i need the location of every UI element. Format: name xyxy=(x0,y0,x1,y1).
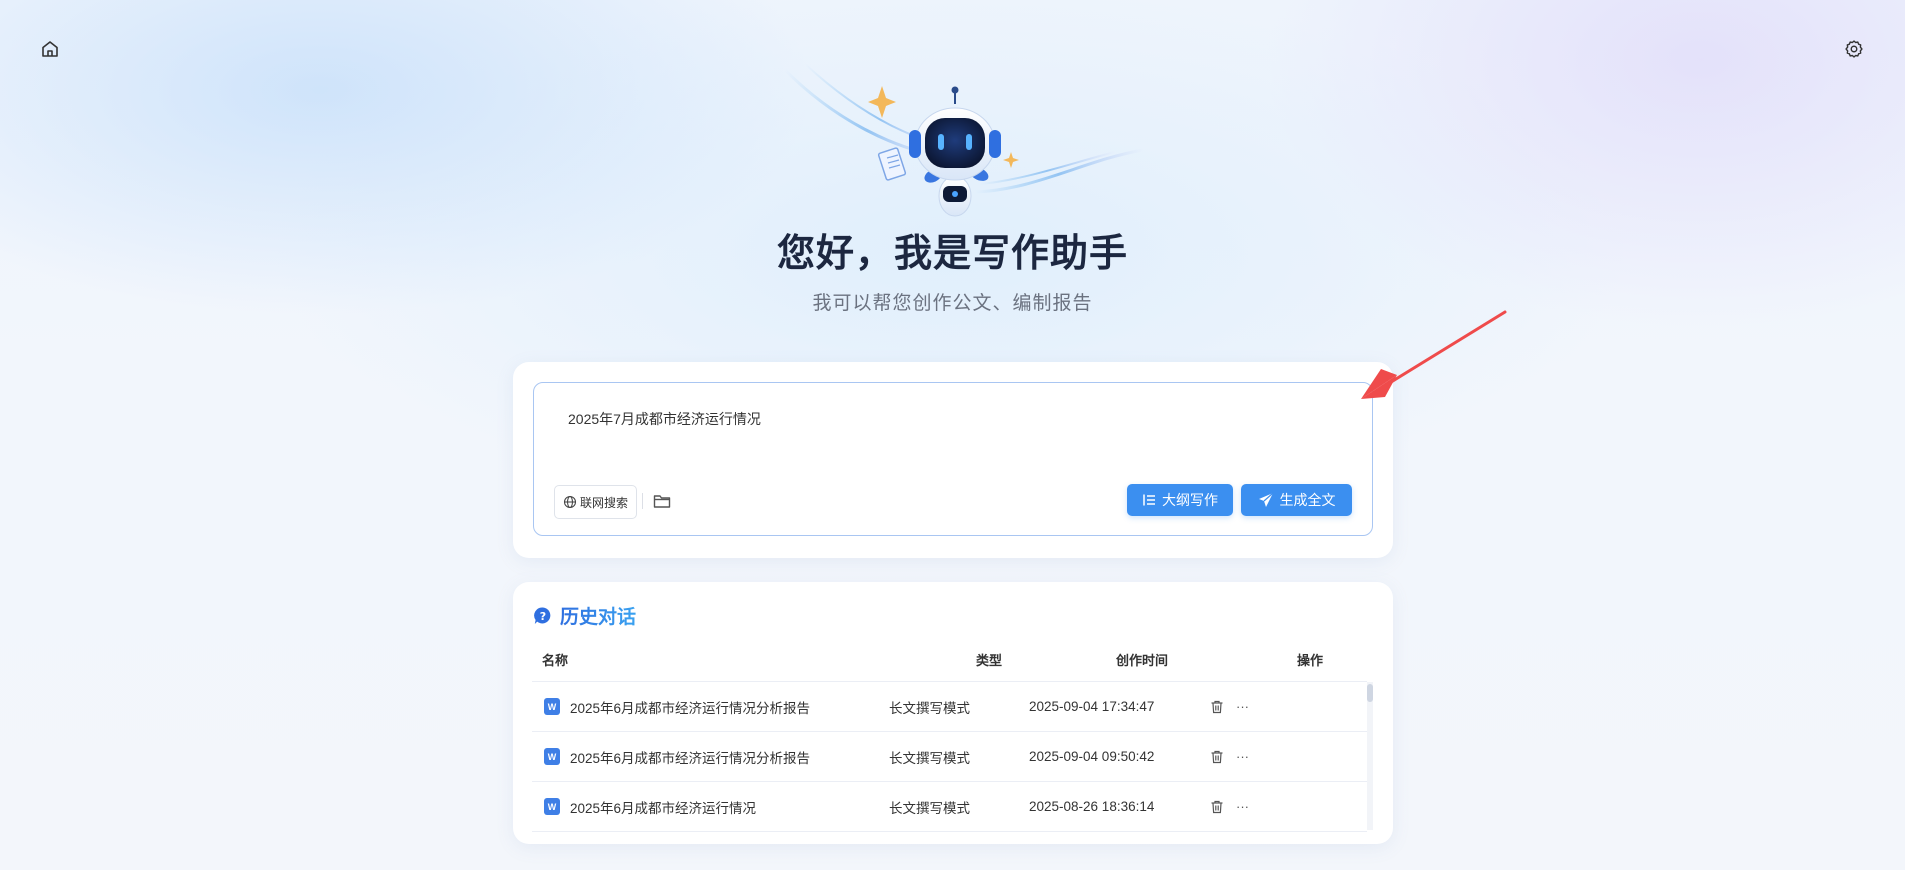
prompt-text[interactable]: 2025年7月成都市经济运行情况 xyxy=(568,409,761,429)
scrollbar-thumb[interactable] xyxy=(1367,684,1373,702)
globe-icon xyxy=(563,495,577,509)
column-header-type: 类型 xyxy=(976,653,1003,668)
column-header-ops: 操作 xyxy=(1297,653,1324,668)
word-doc-icon: W xyxy=(544,798,560,815)
prompt-input[interactable]: 2025年7月成都市经济运行情况 联网搜索 大纲写作 生成全文 xyxy=(533,382,1373,536)
annotation-arrow-icon xyxy=(1355,305,1515,405)
history-panel: ? 历史对话 名称 类型 创作时间 操作 W 2025年6月成都市经济运行情况分… xyxy=(513,582,1393,844)
web-search-button[interactable]: 联网搜索 xyxy=(554,485,638,519)
column-header-time: 创作时间 xyxy=(1116,653,1169,668)
history-header: ? 历史对话 xyxy=(533,602,636,629)
home-icon[interactable] xyxy=(38,37,62,61)
svg-text:?: ? xyxy=(540,610,546,623)
row-time: 2025-09-04 17:34:47 xyxy=(1029,699,1155,714)
table-row[interactable]: W 2025年6月成都市经济运行情况 长文撰写模式 2025-08-26 18:… xyxy=(532,782,1367,832)
web-search-label: 联网搜索 xyxy=(580,495,629,510)
robot-mascot-illustration xyxy=(775,50,1145,220)
more-options-icon[interactable]: ··· xyxy=(1236,700,1249,713)
composer-card: 2025年7月成都市经济运行情况 联网搜索 大纲写作 生成全文 xyxy=(513,362,1393,558)
chat-bubble-icon: ? xyxy=(534,606,551,624)
generate-full-text-label: 生成全文 xyxy=(1279,492,1336,508)
more-options-icon[interactable]: ··· xyxy=(1236,800,1249,813)
row-type: 长文撰写模式 xyxy=(889,750,970,766)
outline-writing-label: 大纲写作 xyxy=(1162,492,1218,508)
row-name[interactable]: 2025年6月成都市经济运行情况分析报告 xyxy=(570,747,810,767)
row-name[interactable]: 2025年6月成都市经济运行情况 xyxy=(570,797,756,817)
row-time: 2025-08-26 18:36:14 xyxy=(1029,799,1155,814)
toolbar-divider xyxy=(642,493,643,509)
trash-icon[interactable] xyxy=(1210,750,1224,764)
outline-list-icon xyxy=(1143,494,1155,506)
outline-writing-button[interactable]: 大纲写作 xyxy=(1127,484,1233,516)
trash-icon[interactable] xyxy=(1210,700,1224,714)
row-type: 长文撰写模式 xyxy=(889,800,970,816)
row-time: 2025-09-04 09:50:42 xyxy=(1029,749,1155,764)
word-doc-icon: W xyxy=(544,698,560,715)
history-title: 历史对话 xyxy=(560,602,636,629)
row-type: 长文撰写模式 xyxy=(889,700,970,716)
more-options-icon[interactable]: ··· xyxy=(1236,750,1249,763)
gear-icon[interactable] xyxy=(1842,37,1866,61)
send-icon xyxy=(1258,492,1273,507)
page-title: 您好，我是写作助手 xyxy=(776,233,1128,275)
history-table-body: W 2025年6月成都市经济运行情况分析报告 长文撰写模式 2025-09-04… xyxy=(532,682,1367,832)
table-row[interactable]: W 2025年6月成都市经济运行情况分析报告 长文撰写模式 2025-09-04… xyxy=(532,682,1367,732)
folder-icon[interactable] xyxy=(651,490,673,512)
table-row[interactable]: W 2025年6月成都市经济运行情况分析报告 长文撰写模式 2025-09-04… xyxy=(532,732,1367,782)
history-scrollbar[interactable] xyxy=(1367,682,1373,830)
generate-full-text-button[interactable]: 生成全文 xyxy=(1241,484,1352,516)
row-name[interactable]: 2025年6月成都市经济运行情况分析报告 xyxy=(570,697,810,717)
column-header-name: 名称 xyxy=(542,653,569,668)
page-subtitle: 我可以帮您创作公文、编制报告 xyxy=(812,293,1093,314)
trash-icon[interactable] xyxy=(1210,800,1224,814)
word-doc-icon: W xyxy=(544,748,560,765)
